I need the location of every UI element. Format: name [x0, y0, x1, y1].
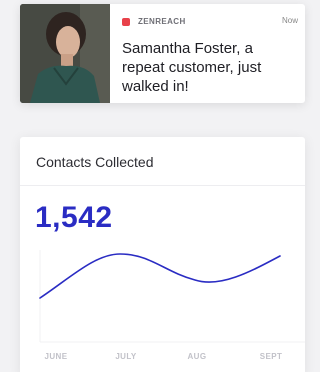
notification-header: ZENREACH: [122, 17, 186, 26]
series-line: [39, 253, 281, 299]
x-tick-label: SEPT: [260, 352, 283, 361]
divider: [20, 185, 305, 186]
x-tick-label: AUG: [188, 352, 207, 361]
notification-time: Now: [282, 16, 299, 25]
contacts-line-chart: JUNE JULY AUG SEPT: [39, 250, 305, 361]
contacts-total: 1,542: [35, 201, 113, 234]
x-tick-label: JUNE: [45, 352, 68, 361]
zenreach-logo-icon: [122, 17, 130, 26]
page: ZENREACH Now Samantha Foster, a repeat c…: [0, 0, 305, 372]
card-title: Contacts Collected: [36, 154, 154, 170]
app-name: ZENREACH: [138, 17, 186, 26]
notification-message: Samantha Foster, a repeat customer, just…: [122, 40, 262, 95]
notification-card[interactable]: ZENREACH Now Samantha Foster, a repeat c…: [20, 4, 305, 103]
customer-photo: [20, 4, 110, 103]
contacts-card: Contacts Collected 1,542 JUNE JULY AUG SEPT: [20, 137, 305, 372]
x-tick-label: JULY: [115, 352, 137, 361]
